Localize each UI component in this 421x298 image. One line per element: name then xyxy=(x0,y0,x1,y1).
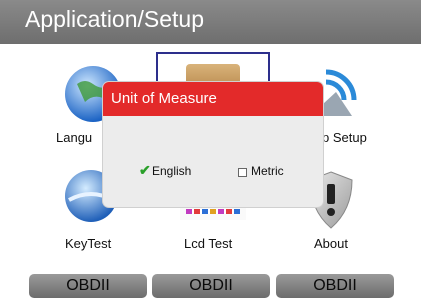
unit-of-measure-dialog: Unit of Measure ✔ English Metric xyxy=(103,82,323,207)
title-bar: Application/Setup xyxy=(0,0,421,44)
softkey-2[interactable]: OBDII xyxy=(152,274,270,298)
softkey-2-label: OBDII xyxy=(189,277,233,294)
option-english-label: English xyxy=(152,164,192,178)
dialog-title: Unit of Measure xyxy=(111,90,217,107)
option-metric-label: Metric xyxy=(251,164,284,178)
checkmark-icon: ✔ xyxy=(139,162,151,178)
option-metric[interactable]: Metric xyxy=(238,162,308,180)
page-title: Application/Setup xyxy=(25,6,205,32)
tile-label-setup: p Setup xyxy=(322,130,367,145)
dialog-header: Unit of Measure xyxy=(103,82,323,116)
softkey-3-label: OBDII xyxy=(313,277,357,294)
tile-label-about: About xyxy=(314,236,348,251)
tile-label-keytest: KeyTest xyxy=(65,236,112,251)
tile-label-lcdtest: Lcd Test xyxy=(184,236,233,251)
option-english[interactable]: ✔ English xyxy=(139,162,209,180)
softkey-1-label: OBDII xyxy=(66,277,110,294)
tile-label-language: Langu xyxy=(56,130,93,145)
checkbox-empty-icon xyxy=(238,168,247,177)
softkey-3[interactable]: OBDII xyxy=(276,274,394,298)
softkey-1[interactable]: OBDII xyxy=(29,274,147,298)
